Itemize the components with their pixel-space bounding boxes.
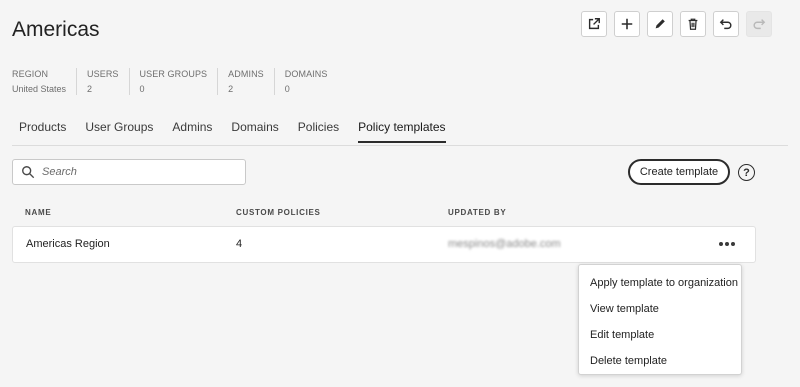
meta-label: REGION <box>12 69 49 79</box>
toolbar <box>581 11 772 37</box>
create-template-button[interactable]: Create template <box>628 159 730 185</box>
meta-value: 2 <box>228 84 234 94</box>
tab-domains[interactable]: Domains <box>231 120 278 142</box>
more-actions-icon[interactable] <box>719 242 735 246</box>
undo-icon <box>719 19 732 30</box>
meta-value: United States <box>12 84 67 94</box>
search-input[interactable] <box>42 166 232 178</box>
meta-label: USERS <box>87 69 119 79</box>
add-button[interactable] <box>614 11 640 37</box>
meta-value: 0 <box>284 84 290 94</box>
delete-button[interactable] <box>680 11 706 37</box>
row-actions-menu: Apply template to organization View temp… <box>578 264 742 375</box>
template-name: Americas Region <box>26 238 110 250</box>
edit-icon <box>655 19 665 29</box>
meta-label: DOMAINS <box>284 69 328 79</box>
tab-admins[interactable]: Admins <box>172 120 212 142</box>
dot <box>725 242 729 246</box>
add-icon <box>621 18 633 30</box>
updated-by-email: mespinos@adobe.com <box>448 238 561 250</box>
table-row[interactable]: Americas Region 4 mespinos@adobe.com <box>12 226 756 263</box>
menu-item-apply-template[interactable]: Apply template to organization <box>579 270 741 296</box>
undo-button[interactable] <box>713 11 739 37</box>
meta-region: REGION United States <box>12 68 76 95</box>
edit-button[interactable] <box>647 11 673 37</box>
meta-value: 2 <box>87 84 93 94</box>
tab-products[interactable]: Products <box>19 120 66 142</box>
meta-domains: DOMAINS 0 <box>273 68 338 95</box>
column-header-name: NAME <box>25 208 52 217</box>
menu-item-edit-template[interactable]: Edit template <box>579 322 741 348</box>
redo-icon <box>753 19 766 30</box>
open-external-icon <box>588 18 600 30</box>
menu-item-view-template[interactable]: View template <box>579 296 741 322</box>
meta-label: USER GROUPS <box>139 69 208 79</box>
meta-users: USERS 2 <box>76 68 129 95</box>
search-icon <box>22 166 35 179</box>
column-header-updated-by: UPDATED BY <box>448 208 507 217</box>
dot <box>731 242 735 246</box>
dot <box>719 242 723 246</box>
tab-policies[interactable]: Policies <box>298 120 339 142</box>
tab-bar: Products User Groups Admins Domains Poli… <box>19 120 465 143</box>
search-box <box>12 159 246 185</box>
tab-user-groups[interactable]: User Groups <box>85 120 153 142</box>
custom-policies-count: 4 <box>236 238 243 250</box>
summary-stats: REGION United States USERS 2 USER GROUPS… <box>12 68 337 95</box>
column-header-custom-policies: CUSTOM POLICIES <box>236 208 321 217</box>
tab-divider <box>12 145 788 146</box>
meta-admins: ADMINS 2 <box>217 68 274 95</box>
redo-button[interactable] <box>746 11 772 37</box>
page-title: Americas <box>12 18 100 41</box>
delete-icon <box>688 18 698 30</box>
meta-value: 0 <box>139 84 145 94</box>
menu-item-delete-template[interactable]: Delete template <box>579 348 741 374</box>
meta-user-groups: USER GROUPS 0 <box>128 68 218 95</box>
tab-policy-templates[interactable]: Policy templates <box>358 120 446 143</box>
help-icon[interactable]: ? <box>738 164 755 181</box>
meta-label: ADMINS <box>228 69 264 79</box>
open-external-button[interactable] <box>581 11 607 37</box>
